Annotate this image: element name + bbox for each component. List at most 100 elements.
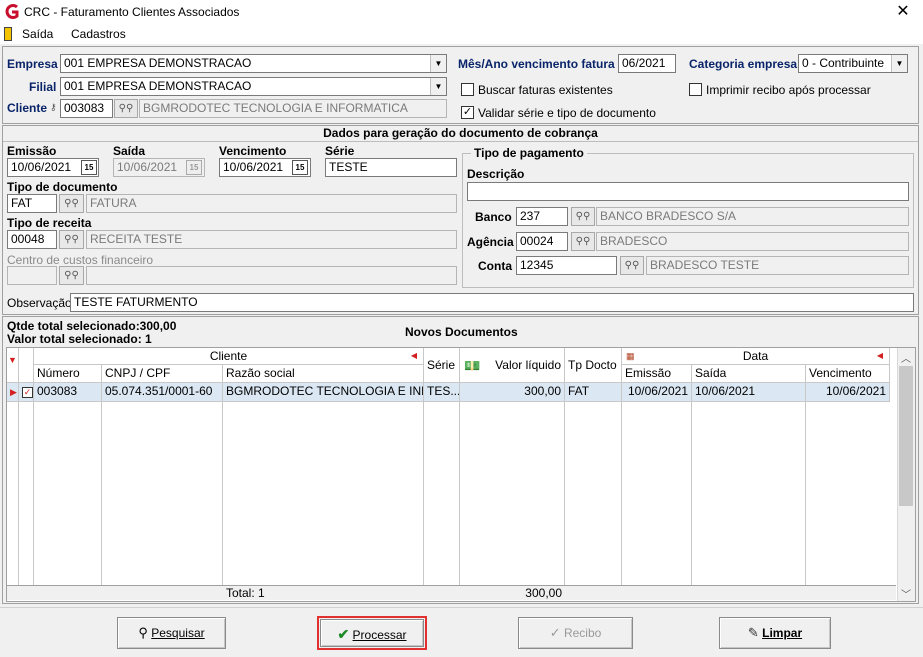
tipo-doc-code-input[interactable]: FAT (7, 194, 57, 213)
serie-label: Série (325, 144, 355, 158)
col-header-serie[interactable]: Série (424, 348, 460, 383)
table-cell-tp[interactable]: FAT (565, 383, 622, 402)
descricao-input[interactable] (467, 182, 909, 201)
observacao-label: Observação (7, 296, 72, 310)
conta-code-input[interactable]: 12345 (516, 256, 617, 275)
pesquisar-label: Pesquisar (151, 626, 205, 640)
processar-button[interactable]: ✔ Processar (320, 619, 424, 647)
empresa-label: Empresa (7, 57, 58, 71)
cliente-name-field: BGMRODOTEC TECNOLOGIA E INFORMATICA (139, 99, 447, 118)
table-cell-numero[interactable]: 003083 (34, 383, 102, 402)
receipt-icon: ✓ (549, 625, 561, 640)
column-divider (691, 402, 692, 585)
empresa-select[interactable]: 001 EMPRESA DEMONSTRACAO ▼ (60, 54, 447, 73)
table-cell-vencimento[interactable]: 10/06/2021 (806, 383, 890, 402)
observacao-input[interactable]: TESTE FATURMENTO (70, 293, 914, 312)
table-cell-emissao[interactable]: 10/06/2021 (622, 383, 692, 402)
scrollbar-thumb[interactable] (899, 366, 913, 506)
buscar-checkbox[interactable] (461, 83, 474, 96)
col-header-saida[interactable]: Saída (692, 365, 806, 383)
group-data-label: Data (742, 349, 769, 363)
menu-saida[interactable]: Saída (22, 27, 53, 41)
validar-label: Validar série e tipo de documento (478, 106, 656, 120)
group-header-cliente[interactable]: Cliente ◀ (34, 348, 424, 365)
scroll-up-icon[interactable]: ︿ (901, 350, 911, 365)
binoculars-icon[interactable]: ⚲⚲ (620, 256, 644, 275)
imprimir-label: Imprimir recibo após processar (706, 83, 871, 97)
col-header-numero[interactable]: Número (34, 365, 102, 383)
limpar-button[interactable]: ✎ Limpar (719, 617, 831, 649)
row-checkbox[interactable]: ✓ (22, 387, 33, 398)
sort-down-icon: ▼ (8, 355, 17, 365)
table-cell-saida[interactable]: 10/06/2021 (692, 383, 806, 402)
row-pointer-icon: ▶ (10, 387, 17, 397)
tipo-receita-label: Tipo de receita (7, 216, 92, 230)
conta-name-field: BRADESCO TESTE (646, 256, 909, 275)
col-header-vencimento[interactable]: Vencimento (806, 365, 890, 383)
table-cell-valor[interactable]: 300,00 (460, 383, 565, 402)
select-all-cell[interactable]: ▼ (7, 348, 19, 383)
buscar-label: Buscar faturas existentes (478, 83, 613, 97)
column-divider (222, 402, 223, 585)
validar-checkbox[interactable]: ✓ (461, 106, 474, 119)
column-divider (18, 402, 19, 585)
collapse-left-icon[interactable]: ◀ (877, 348, 883, 364)
col-header-razao[interactable]: Razão social (223, 365, 424, 383)
column-divider (459, 402, 460, 585)
group-cliente-label: Cliente (209, 349, 248, 363)
chevron-down-icon: ▼ (430, 78, 446, 95)
binoculars-icon[interactable]: ⚲⚲ (59, 230, 84, 249)
centro-custos-name-field (86, 266, 457, 285)
footer-total: Total: 1 (226, 586, 265, 600)
col-header-tpdocto[interactable]: Tp Docto (565, 348, 622, 383)
cobranca-header: Dados para geração do documento de cobra… (3, 126, 918, 142)
table-cell-razao[interactable]: BGMRODOTEC TECNOLOGIA E INF... (223, 383, 424, 402)
binoculars-icon: ⚲⚲ (59, 266, 84, 285)
calendar-icon[interactable]: 15 (292, 160, 308, 175)
menu-cadastros[interactable]: Cadastros (71, 27, 126, 41)
table-cell-cnpj[interactable]: 05.074.351/0001-60 (102, 383, 223, 402)
filial-select[interactable]: 001 EMPRESA DEMONSTRACAO ▼ (60, 77, 447, 96)
key-icon: ⚷ (50, 102, 57, 112)
group-header-data[interactable]: ▦ Data ◀ (622, 348, 890, 365)
binoculars-icon[interactable]: ⚲⚲ (59, 194, 84, 213)
row-indicator[interactable]: ▶ (7, 383, 19, 402)
row-checkbox-cell[interactable]: ✓ (19, 383, 34, 402)
vencimento-value: 10/06/2021 (223, 160, 284, 174)
col-header-valor[interactable]: 💵 Valor líquido (460, 348, 565, 383)
centro-custos-label: Centro de custos financeiro (7, 253, 154, 267)
binoculars-icon[interactable]: ⚲⚲ (571, 207, 595, 226)
categoria-select[interactable]: 0 - Contribuinte ▼ (798, 54, 908, 73)
column-divider (423, 402, 424, 585)
table-cell-serie[interactable]: TES... (424, 383, 460, 402)
mes-ano-input[interactable]: 06/2021 (618, 54, 676, 73)
agencia-label: Agência (467, 235, 514, 249)
pesquisar-button[interactable]: ⚲ Pesquisar (117, 617, 226, 649)
col-header-emissao[interactable]: Emissão (622, 365, 692, 383)
column-divider (805, 402, 806, 585)
agencia-code-input[interactable]: 00024 (516, 232, 568, 251)
grid-footer (7, 585, 896, 600)
scroll-down-icon[interactable]: ﹀ (901, 586, 911, 601)
serie-input[interactable]: TESTE (325, 158, 457, 177)
conta-label: Conta (478, 259, 512, 273)
binoculars-icon[interactable]: ⚲⚲ (571, 232, 595, 251)
tipo-receita-code-input[interactable]: 00048 (7, 230, 57, 249)
valor-total-label: Valor total selecionado: 1 (7, 332, 152, 346)
emissao-label: Emissão (7, 144, 57, 158)
col-header-cnpj[interactable]: CNPJ / CPF (102, 365, 223, 383)
close-button[interactable]: ✕ (885, 1, 921, 23)
banco-code-input[interactable]: 237 (516, 207, 568, 226)
calendar-icon: ▦ (626, 351, 635, 361)
footer-valor: 300,00 (525, 586, 562, 600)
app-logo-icon (4, 4, 19, 19)
imprimir-checkbox[interactable] (689, 83, 702, 96)
recibo-button[interactable]: ✓ Recibo (518, 617, 633, 649)
exit-icon (4, 27, 12, 41)
binoculars-icon[interactable]: ⚲⚲ (114, 99, 138, 118)
collapse-left-icon[interactable]: ◀ (411, 348, 417, 364)
categoria-value: 0 - Contribuinte (802, 56, 885, 70)
calendar-icon[interactable]: 15 (81, 160, 97, 175)
cliente-code-input[interactable]: 003083 (60, 99, 113, 118)
novos-header: Novos Documentos (405, 325, 518, 339)
